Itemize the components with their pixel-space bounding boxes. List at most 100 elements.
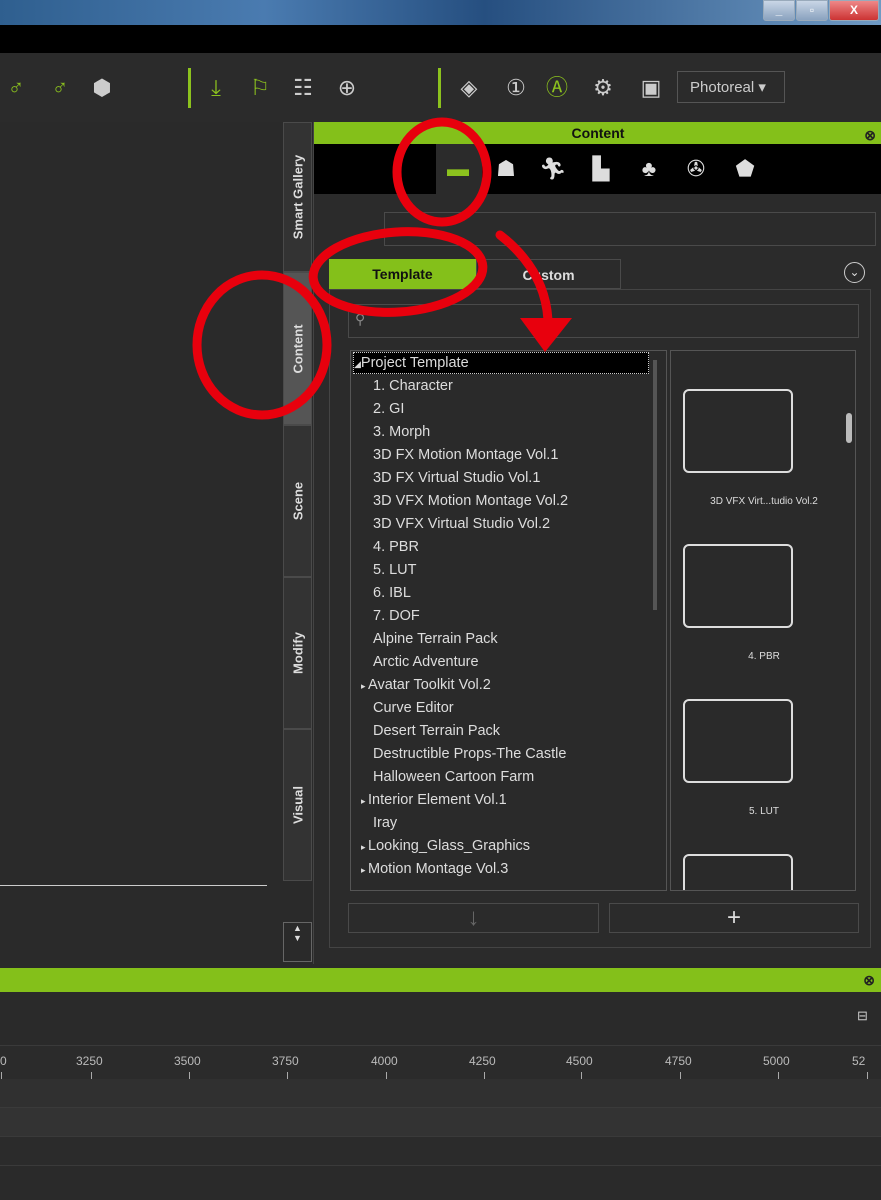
tree-item[interactable]: 3D FX Virtual Studio Vol.1 — [373, 467, 540, 490]
tree-item-label: Arctic Adventure — [373, 654, 479, 670]
tree-item[interactable]: Curve Editor — [373, 697, 454, 720]
ruler-tick-label: 0 — [0, 1054, 7, 1068]
tree-item-label: 3D VFX Virtual Studio Vol.2 — [373, 516, 551, 532]
expanded-arrow-icon[interactable]: ◢ — [354, 359, 361, 369]
flag-icon[interactable]: ⚐ — [246, 74, 274, 102]
render-icon[interactable]: ◈ — [455, 74, 483, 102]
tree-item[interactable]: 3. Morph — [373, 421, 430, 444]
film-reel-icon[interactable]: ✇ — [679, 154, 713, 184]
tree-item[interactable]: Halloween Cartoon Farm — [373, 766, 534, 789]
tree-item[interactable]: 3D FX Motion Montage Vol.1 — [373, 444, 558, 467]
tree-item[interactable]: ▸ Motion Montage Vol.3 — [361, 858, 508, 881]
tree-item[interactable]: Iray — [373, 812, 397, 835]
timeline-track[interactable] — [0, 1108, 881, 1137]
prop-tree-icon[interactable]: ♣ — [632, 154, 666, 184]
collapsed-arrow-icon[interactable]: ▸ — [361, 796, 368, 806]
stage-icon[interactable]: ▙ — [584, 154, 618, 184]
tab-template[interactable]: Template — [329, 259, 476, 289]
close-icon[interactable]: ⊗ — [863, 972, 875, 989]
collapsed-arrow-icon[interactable]: ▸ — [361, 865, 368, 875]
tree-item[interactable]: ▸ Interior Element Vol.1 — [361, 789, 507, 812]
tree-scrollbar[interactable] — [653, 360, 657, 610]
tree-item[interactable]: Destructible Props-The Castle — [373, 743, 566, 766]
avatar-icon[interactable]: ☗ — [489, 154, 523, 184]
tab-scene[interactable]: Scene — [283, 425, 312, 577]
tree-item[interactable]: ▸ Avatar Toolkit Vol.2 — [361, 674, 491, 697]
tree-item[interactable]: 5. LUT — [373, 559, 417, 582]
tree-item[interactable]: ▸ Looking_Glass_Graphics — [361, 835, 530, 858]
link-node-icon[interactable]: ⊕ — [333, 74, 361, 102]
character-transform-icon[interactable]: ♂ — [2, 74, 30, 102]
auto-icon[interactable]: Ⓐ — [543, 74, 571, 102]
ruler-tick-label: 3750 — [272, 1054, 299, 1068]
content-title: Content — [571, 125, 625, 141]
minimize-button[interactable]: _ — [763, 0, 795, 21]
tab-modify[interactable]: Modify — [283, 577, 312, 729]
timeline-header: ⊗ — [0, 968, 881, 992]
collapsed-arrow-icon[interactable]: ▸ — [361, 842, 368, 852]
path-field[interactable] — [384, 212, 876, 246]
character-view-icon[interactable]: ♂ — [46, 74, 74, 102]
ruler-tick-label: 3250 — [76, 1054, 103, 1068]
preview-icon[interactable]: ▣ — [637, 74, 665, 102]
folder-thumbnail-icon[interactable] — [683, 544, 793, 628]
download-button[interactable]: ↓ — [348, 903, 599, 933]
tree-item[interactable]: 3D VFX Motion Montage Vol.2 — [373, 490, 568, 513]
tree-item[interactable]: 6. IBL — [373, 582, 411, 605]
tree-item[interactable]: Desert Terrain Pack — [373, 720, 500, 743]
ruler-tick-label: 4250 — [469, 1054, 496, 1068]
close-window-button[interactable]: X — [829, 0, 879, 21]
collapsed-arrow-icon[interactable]: ▸ — [361, 681, 368, 691]
eye-closed-icon[interactable]: ⊟ — [857, 1008, 868, 1024]
tree-item[interactable]: 4. PBR — [373, 536, 419, 559]
tree-item-label: 4. PBR — [373, 539, 419, 555]
render-mode-select[interactable]: Photoreal ▾ — [677, 71, 785, 103]
motion-icon[interactable]: 🏃︎ — [536, 154, 570, 184]
tree-item-label: Looking_Glass_Graphics — [368, 838, 531, 854]
folder-thumbnail-icon[interactable] — [683, 699, 793, 783]
tab-custom[interactable]: Custom — [476, 259, 621, 289]
add-button[interactable]: + — [609, 903, 859, 933]
tab-scroll-buttons[interactable]: ▲ ▼ — [283, 922, 312, 962]
settings-sliders-icon[interactable]: ⚙ — [589, 74, 617, 102]
grid-scrollbar[interactable] — [846, 413, 852, 443]
tree-item[interactable]: Alpine Terrain Pack — [373, 628, 498, 651]
tab-content[interactable]: Content — [283, 272, 312, 425]
thumbnail-label: 5. LUT — [748, 806, 779, 817]
folder-thumbnail-icon[interactable] — [683, 854, 793, 890]
tree-item-label: 3. Morph — [373, 424, 431, 440]
content-frame: ⚲ ◢Project Template 1. Character 2. GI 3. M… — [329, 289, 871, 948]
tree-item[interactable]: Arctic Adventure — [373, 651, 479, 674]
tab-smart-gallery[interactable]: Smart Gallery — [283, 122, 312, 272]
tree-item[interactable]: 7. DOF — [373, 605, 420, 628]
pick-icon[interactable]: ① — [502, 74, 530, 102]
clipboard-list-icon[interactable]: ☷ — [289, 74, 317, 102]
tree-item-label: Curve Editor — [373, 700, 454, 716]
ruler-tick — [91, 1072, 92, 1079]
tree-item-label: Motion Montage Vol.3 — [368, 861, 509, 877]
search-input[interactable]: ⚲ — [348, 304, 859, 338]
drop-to-ground-icon[interactable]: ⤓ — [202, 74, 230, 102]
thumbnail-label: 3D VFX Virt...tudio Vol.2 — [710, 496, 818, 507]
ruler-tick-label: 3500 — [174, 1054, 201, 1068]
tree-item[interactable]: 2. GI — [373, 398, 404, 421]
restore-button[interactable]: ▫ — [796, 0, 828, 21]
tree-item[interactable]: 1. Character — [373, 375, 453, 398]
ruler-tick — [386, 1072, 387, 1079]
timeline-track[interactable] — [0, 1137, 881, 1166]
folder-icon[interactable]: ▬ — [441, 154, 475, 184]
tree-item[interactable]: ◢Project Template — [353, 352, 649, 374]
tab-visual[interactable]: Visual — [283, 729, 312, 881]
tree-item[interactable]: 3D VFX Virtual Studio Vol.2 — [373, 513, 550, 536]
options-chevron-icon[interactable]: ⌄ — [844, 262, 865, 283]
window-titlebar: _ ▫ X — [0, 0, 881, 25]
folder-thumbnail-icon[interactable] — [683, 389, 793, 473]
tree-item-label: 2. GI — [373, 401, 405, 417]
timeline-track[interactable] — [0, 1079, 881, 1108]
ruler-tick — [189, 1072, 190, 1079]
close-icon[interactable]: ⊗ — [864, 124, 876, 146]
package-icon[interactable]: ⬟ — [728, 154, 762, 184]
tree-item-label: 7. DOF — [373, 608, 420, 624]
viewport-divider — [0, 885, 267, 886]
cubes-icon[interactable]: ⬢ — [88, 74, 116, 102]
